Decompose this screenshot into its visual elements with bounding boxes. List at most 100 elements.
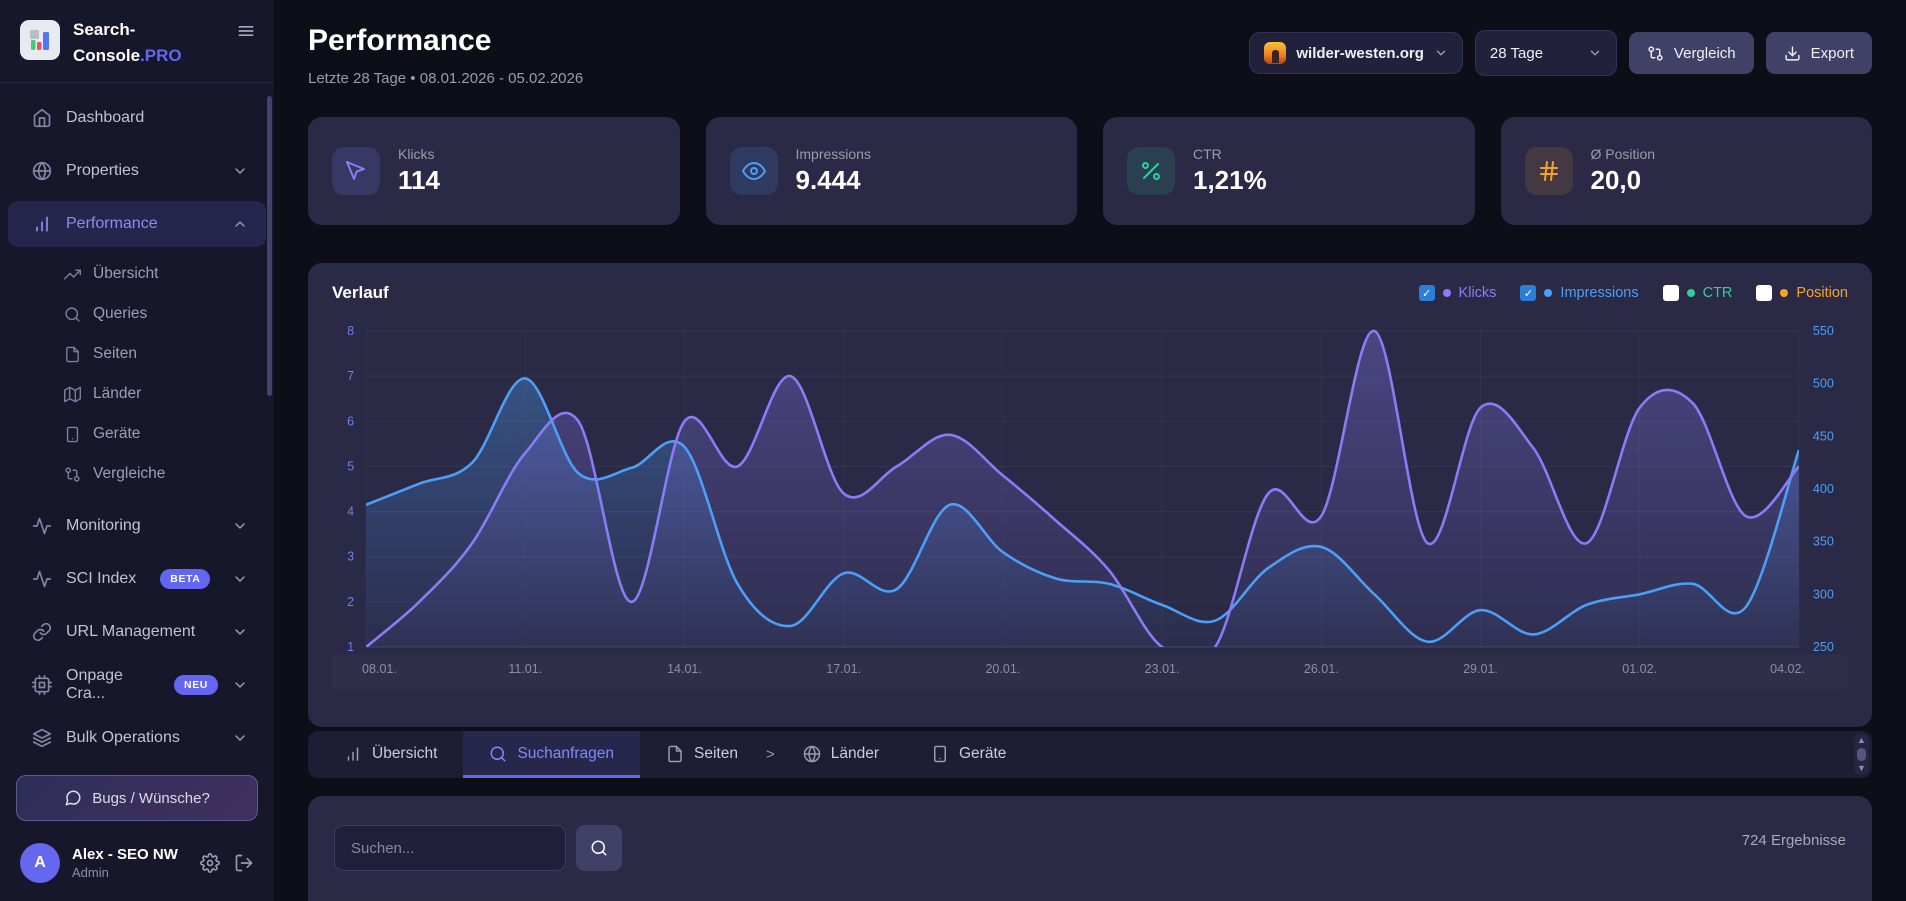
date-range-value: 28 Tage (1490, 45, 1543, 62)
sidebar-subitem-l-nder[interactable]: Länder (0, 374, 274, 414)
smartphone-icon (64, 426, 81, 443)
sidebar-nav: Dashboard Properties Performance Übersicht Q… (0, 83, 274, 765)
stat-card-position: Ø Position20,0 (1501, 117, 1873, 225)
menu-icon[interactable] (236, 21, 256, 46)
brand: Search- Console.PRO (0, 0, 274, 83)
hash-icon (1525, 147, 1573, 195)
legend-label: CTR (1703, 285, 1733, 301)
eye-icon (730, 147, 778, 195)
domain-label: wilder-westen.org (1296, 45, 1424, 62)
sidebar-item-onpage-cra[interactable]: Onpage Cra...NEU (8, 662, 266, 708)
gear-icon[interactable] (200, 853, 220, 873)
sidebar-scrollbar[interactable] (267, 96, 272, 396)
export-button[interactable]: Export (1766, 32, 1872, 74)
legend-klicks[interactable]: ✓Klicks (1419, 285, 1497, 301)
feedback-button[interactable]: Bugs / Wünsche? (16, 775, 258, 821)
svg-text:08.01.: 08.01. (362, 662, 397, 676)
search-button[interactable] (576, 825, 622, 871)
svg-text:8: 8 (347, 324, 354, 338)
domain-selector[interactable]: wilder-westen.org (1249, 32, 1463, 74)
app-title: Search- Console.PRO (73, 17, 223, 68)
stat-card-ctr: CTR1,21% (1103, 117, 1475, 225)
chat-bubble-icon (64, 789, 82, 807)
avatar[interactable]: A (20, 843, 60, 883)
sidebar-subitem-queries[interactable]: Queries (0, 294, 274, 334)
series-dot (1687, 289, 1695, 297)
sidebar-subitem-seiten[interactable]: Seiten (0, 334, 274, 374)
logout-icon[interactable] (234, 853, 254, 873)
svg-text:6: 6 (347, 414, 354, 428)
cursor-icon (332, 147, 380, 195)
legend-label: Impressions (1560, 285, 1638, 301)
stat-value: 9.444 (796, 165, 871, 196)
sidebar-item-url-management[interactable]: URL Management (8, 609, 266, 655)
tab-seiten[interactable]: Seiten (640, 731, 764, 778)
sidebar-item-bulk-operations[interactable]: Bulk Operations (8, 715, 266, 761)
svg-text:7: 7 (347, 369, 354, 383)
legend-position[interactable]: Position (1756, 285, 1848, 301)
svg-text:29.01.: 29.01. (1463, 662, 1498, 676)
svg-text:5: 5 (347, 459, 354, 473)
tab-suchanfragen[interactable]: Suchanfragen (463, 731, 640, 778)
sidebar-item-dashboard[interactable]: Dashboard (8, 95, 266, 141)
svg-text:23.01.: 23.01. (1145, 662, 1180, 676)
sidebar-item-monitoring[interactable]: Monitoring (8, 503, 266, 549)
sidebar-subitem-vergleiche[interactable]: Vergleiche (0, 454, 274, 494)
tabbar-scrollbar[interactable]: ▲▼ (1854, 734, 1869, 775)
checkbox-icon[interactable]: ✓ (1419, 285, 1435, 301)
svg-text:17.01.: 17.01. (826, 662, 861, 676)
checkbox-icon[interactable] (1663, 285, 1679, 301)
tab-l-nder[interactable]: Länder (777, 731, 905, 778)
svg-text:400: 400 (1813, 482, 1834, 496)
map-icon (64, 386, 81, 403)
sidebar-subitem-ger-te[interactable]: Geräte (0, 414, 274, 454)
chevron-down-icon (1588, 46, 1602, 60)
stat-label: Klicks (398, 146, 440, 162)
app-logo-icon (20, 20, 60, 60)
tab-ger-te[interactable]: Geräte (905, 731, 1032, 778)
svg-text:04.02.: 04.02. (1770, 662, 1805, 676)
line-chart[interactable]: 1234567825030035040045050055008.01.11.01… (332, 317, 1848, 719)
compare-button[interactable]: Vergleich (1629, 32, 1754, 74)
checkbox-icon[interactable] (1756, 285, 1772, 301)
bar-chart-icon (344, 745, 362, 763)
checkbox-icon[interactable]: ✓ (1520, 285, 1536, 301)
stat-card-impressions: Impressions 9.444 (706, 117, 1078, 225)
download-icon (1784, 45, 1801, 62)
sidebar-subitem-bersicht[interactable]: Übersicht (0, 254, 274, 294)
series-dot (1443, 289, 1451, 297)
svg-text:01.02.: 01.02. (1622, 662, 1657, 676)
page-subtitle: Letzte 28 Tage • 08.01.2026 - 05.02.2026 (308, 70, 583, 87)
stat-label: Impressions (796, 146, 871, 162)
svg-text:300: 300 (1813, 587, 1834, 601)
user-role: Admin (72, 865, 188, 880)
sidebar-subitem-label: Seiten (93, 345, 137, 363)
stat-value: 20,0 (1591, 165, 1656, 196)
file-icon (64, 346, 81, 363)
svg-text:2: 2 (347, 595, 354, 609)
chevron-down-icon (232, 518, 248, 534)
sidebar-item-performance[interactable]: Performance (8, 201, 266, 247)
search-input[interactable] (334, 825, 566, 871)
date-range-select[interactable]: 28 Tage (1475, 30, 1617, 76)
sidebar-item-properties[interactable]: Properties (8, 148, 266, 194)
svg-text:3: 3 (347, 550, 354, 564)
sidebar-item-label: Dashboard (66, 109, 144, 127)
legend-impressions[interactable]: ✓ Impressions (1520, 285, 1638, 301)
tab-label: Suchanfragen (517, 745, 614, 763)
badge-neu: NEU (174, 675, 218, 695)
cpu-icon (32, 675, 52, 695)
user-row: A Alex - SEO NW Admin (0, 833, 274, 901)
sidebar-item-label: Performance (66, 215, 158, 233)
activity-icon (32, 516, 52, 536)
legend-ctr[interactable]: CTR (1663, 285, 1733, 301)
sidebar-subitem-label: Queries (93, 305, 147, 323)
globe-icon (803, 745, 821, 763)
home-icon (32, 108, 52, 128)
sidebar-item-sci-index[interactable]: SCI IndexBETA (8, 556, 266, 602)
svg-text:11.01.: 11.01. (508, 662, 542, 676)
chevron-down-icon (232, 571, 248, 587)
tab-bersicht[interactable]: Übersicht (318, 731, 463, 778)
stat-value: 1,21% (1193, 165, 1267, 196)
sidebar-item-label: Bulk Operations (66, 729, 180, 747)
